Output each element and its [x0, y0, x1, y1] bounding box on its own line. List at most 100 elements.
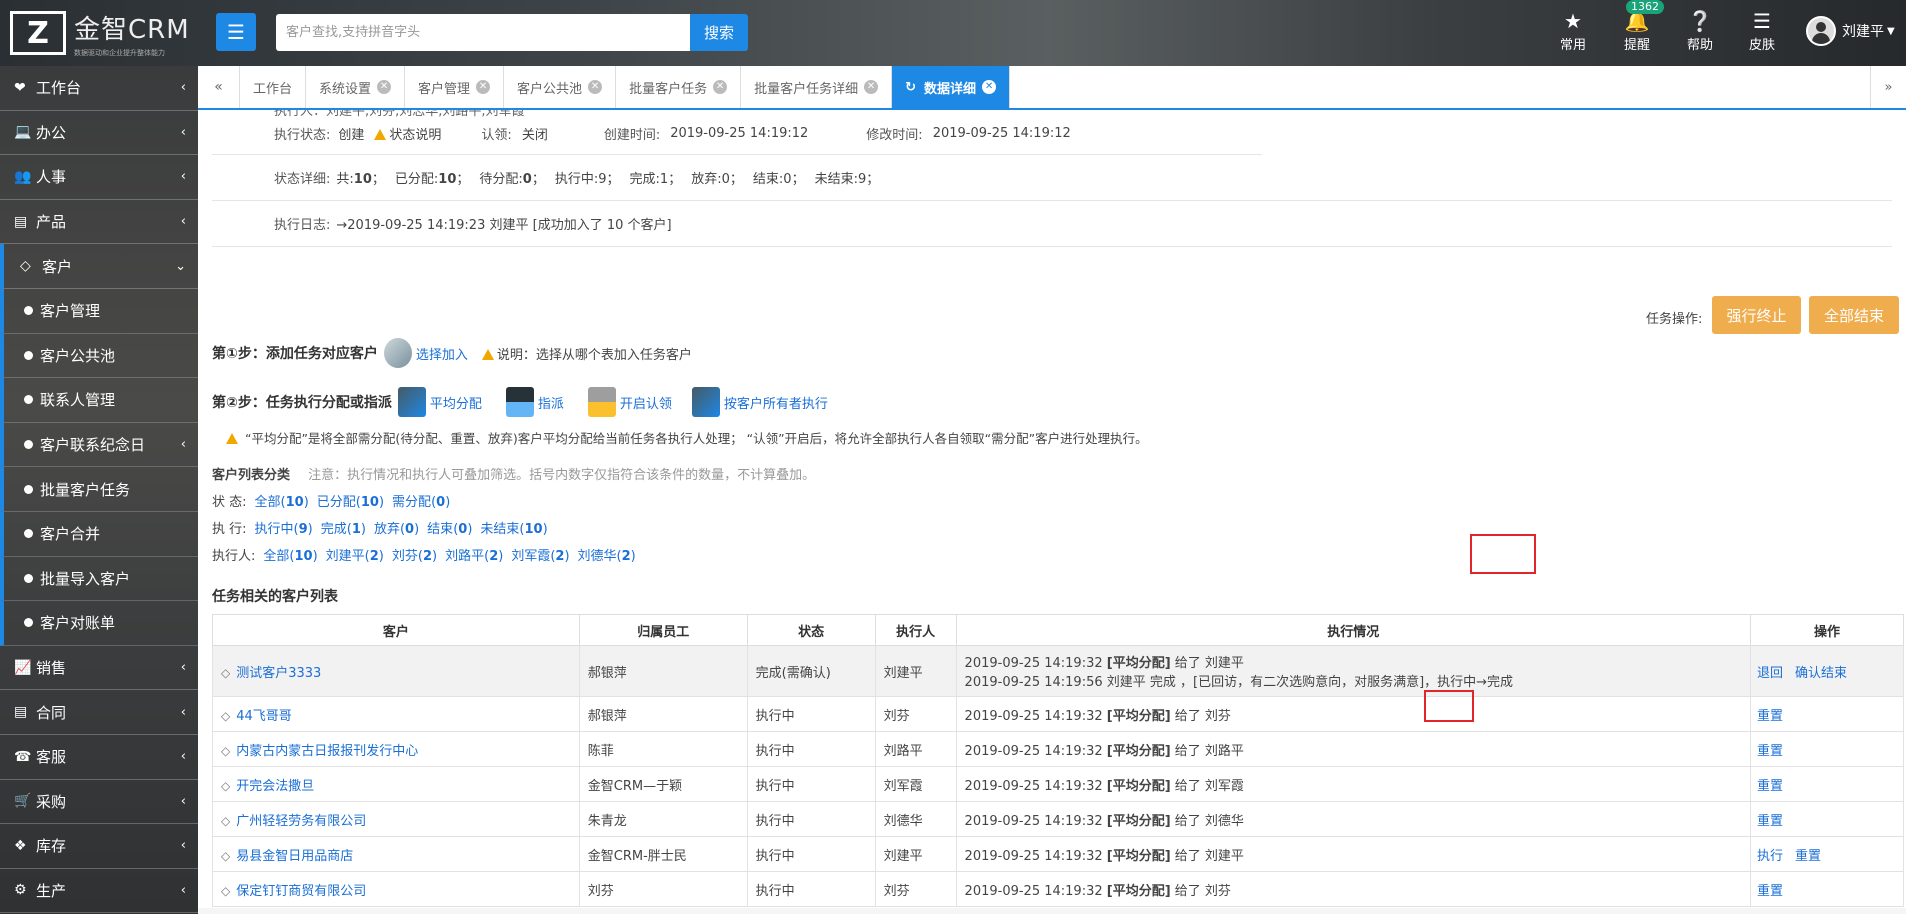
column-header[interactable]: 客户: [212, 614, 580, 646]
assign-icon[interactable]: [505, 387, 534, 417]
filter-link[interactable]: 完成(1): [321, 522, 366, 537]
average-distribute-link[interactable]: 平均分配: [430, 393, 482, 412]
end-all-button[interactable]: 全部结束: [1809, 296, 1899, 334]
sidebar-subitem[interactable]: 客户联系纪念日 ‹: [0, 422, 198, 468]
tab-scroll-left-button[interactable]: «: [198, 66, 240, 108]
gear-add-icon[interactable]: [383, 338, 412, 368]
sidebar-item-purchase[interactable]: 🛒 采购 ‹: [0, 780, 198, 825]
filter-link[interactable]: 未结束(10): [480, 522, 547, 537]
search-button[interactable]: 搜索: [690, 14, 748, 51]
row-action-link[interactable]: 执行: [1757, 849, 1783, 864]
column-header[interactable]: 执行人: [874, 614, 957, 646]
sidebar-item-service[interactable]: ☎ 客服 ‹: [0, 735, 198, 780]
filter-link[interactable]: 全部(10): [255, 495, 309, 510]
sidebar-subitem[interactable]: 客户合并: [0, 511, 198, 557]
refresh-icon[interactable]: ↻: [905, 80, 916, 95]
tab-data-detail[interactable]: ↻ 数据详细 ✕: [892, 66, 1011, 108]
select-add-link[interactable]: 选择加入: [416, 344, 468, 363]
tab-system-settings[interactable]: 系统设置 ✕: [306, 66, 406, 108]
sidebar-item-office[interactable]: 💻 办公 ‹: [0, 111, 198, 156]
column-header[interactable]: 状态: [746, 614, 876, 646]
close-icon[interactable]: ✕: [864, 80, 879, 94]
sidebar-item-inventory[interactable]: ❖ 库存 ‹: [0, 824, 198, 869]
customer-link[interactable]: 测试客户3333: [236, 666, 321, 681]
filter-link[interactable]: 已分配(10): [317, 495, 384, 510]
status-help-link[interactable]: 状态说明: [374, 124, 441, 143]
tab-batch-task[interactable]: 批量客户任务 ✕: [616, 66, 742, 108]
column-header[interactable]: 操作: [1750, 614, 1904, 646]
user-menu[interactable]: 刘建平 ▼: [1806, 16, 1895, 46]
sidebar-item-product[interactable]: ▤ 产品 ‹: [0, 200, 198, 245]
filter-link[interactable]: 刘路平(2): [445, 549, 503, 564]
row-action-link[interactable]: 重置: [1757, 814, 1783, 829]
customer-link[interactable]: 保定钉钉商贸有限公司: [236, 884, 366, 899]
filter-link[interactable]: 结束(0): [427, 522, 472, 537]
close-icon[interactable]: ✕: [377, 80, 392, 94]
horizontal-scrollbar[interactable]: [198, 908, 1906, 914]
execution-line: 2019-09-25 14:19:32 [平均分配] 给了 刘路平: [964, 743, 1244, 759]
average-distribute-icon[interactable]: [397, 387, 426, 417]
search-input[interactable]: [276, 14, 690, 51]
sidebar-item-hr[interactable]: 👥 人事 ‹: [0, 155, 198, 200]
sidebar-item-contract[interactable]: ▤ 合同 ‹: [0, 690, 198, 735]
sidebar-item-customer[interactable]: ◇ 客户 ⌄: [0, 244, 198, 289]
filter-link[interactable]: 刘建平(2): [326, 549, 384, 564]
sidebar-subitem[interactable]: 客户对账单: [0, 601, 198, 646]
sidebar-subitem[interactable]: 客户公共池: [0, 333, 198, 379]
close-icon[interactable]: ✕: [982, 80, 997, 94]
owner-execute-link[interactable]: 按客户所有者执行: [724, 393, 828, 412]
chevron-down-icon: ⌄: [175, 258, 186, 274]
tab-scroll-right-button[interactable]: »: [1870, 66, 1906, 108]
customer-link[interactable]: 内蒙古内蒙古日报报刊发行中心: [236, 744, 418, 759]
sidebar-item-workbench[interactable]: ❤ 工作台 ‹: [0, 66, 198, 111]
force-stop-button[interactable]: 强行终止: [1712, 296, 1801, 334]
filter-link[interactable]: 全部(10): [263, 549, 317, 564]
favorites-button[interactable]: ★ 常用: [1548, 8, 1598, 53]
filter-link[interactable]: 需分配(0): [392, 495, 450, 510]
row-action-link[interactable]: 重置: [1757, 779, 1783, 794]
customer-link[interactable]: 广州轻轻劳务有限公司: [236, 814, 366, 829]
menu-toggle-button[interactable]: ☰: [216, 13, 256, 51]
row-action-link[interactable]: 重置: [1757, 884, 1783, 899]
close-icon[interactable]: ✕: [588, 80, 603, 94]
state-detail-values: 共:10； 已分配:10； 待分配:0； 执行中:9； 完成:1； 放弃:0； 结束:0； 未…: [336, 168, 889, 187]
row-action-link[interactable]: 确认结束: [1795, 666, 1847, 681]
reminder-button[interactable]: 🔔 1362 提醒: [1612, 0, 1664, 53]
customer-link[interactable]: 易县金智日用品商店: [236, 849, 353, 864]
filter-link[interactable]: 刘军霞(2): [511, 549, 569, 564]
filter-link[interactable]: 刘德华(2): [578, 549, 636, 564]
tab-workbench[interactable]: 工作台: [240, 66, 307, 108]
owner-execute-icon[interactable]: [691, 387, 720, 417]
tab-customer-management[interactable]: 客户管理 ✕: [405, 66, 505, 108]
sidebar-subitem[interactable]: 批量导入客户: [0, 556, 198, 602]
table-header-row: 客户 归属员工 状态 执行人 执行情况 操作: [212, 614, 1904, 646]
close-icon[interactable]: ✕: [476, 80, 491, 94]
customer-link[interactable]: 44飞哥哥: [236, 709, 292, 724]
column-header[interactable]: 归属员工: [578, 614, 748, 646]
row-action-link[interactable]: 重置: [1757, 744, 1783, 759]
open-claim-link[interactable]: 开启认领: [620, 393, 672, 412]
sidebar-subitem[interactable]: 客户管理: [0, 288, 198, 334]
chevron-left-icon: ‹: [180, 838, 186, 854]
close-icon[interactable]: ✕: [713, 80, 728, 94]
tab-customer-pool[interactable]: 客户公共池 ✕: [504, 66, 617, 108]
help-button[interactable]: ❔ 帮助: [1675, 8, 1725, 53]
column-header[interactable]: 执行情况: [955, 614, 1752, 646]
filter-link[interactable]: 执行中(9): [255, 522, 313, 537]
tab-batch-task-detail[interactable]: 批量客户任务详细 ✕: [741, 66, 893, 108]
customer-link[interactable]: 开完会法撒旦: [236, 779, 314, 794]
lock-icon[interactable]: [587, 387, 616, 417]
skin-button[interactable]: ☰ 皮肤: [1737, 8, 1787, 53]
customer-table: 客户 归属员工 状态 执行人 执行情况 操作 ◇ 测试客户3333 郝银萍 完成(需确…: [212, 614, 1904, 907]
sidebar-subitem[interactable]: 批量客户任务: [0, 467, 198, 512]
sidebar-item-production[interactable]: ⚙ 生产 ‹: [0, 869, 198, 914]
assign-link[interactable]: 指派: [538, 393, 564, 412]
row-action-link[interactable]: 重置: [1795, 849, 1821, 864]
row-action-link[interactable]: 重置: [1757, 709, 1783, 724]
logo[interactable]: Z 金智CRM 数据驱动和企业提升整体能力: [10, 8, 200, 58]
filter-link[interactable]: 放弃(0): [374, 522, 419, 537]
row-action-link[interactable]: 退回: [1757, 666, 1783, 681]
sidebar-subitem[interactable]: 联系人管理: [0, 378, 198, 423]
filter-link[interactable]: 刘芬(2): [392, 549, 437, 564]
sidebar-item-sales[interactable]: 📈 销售 ‹: [0, 646, 198, 691]
